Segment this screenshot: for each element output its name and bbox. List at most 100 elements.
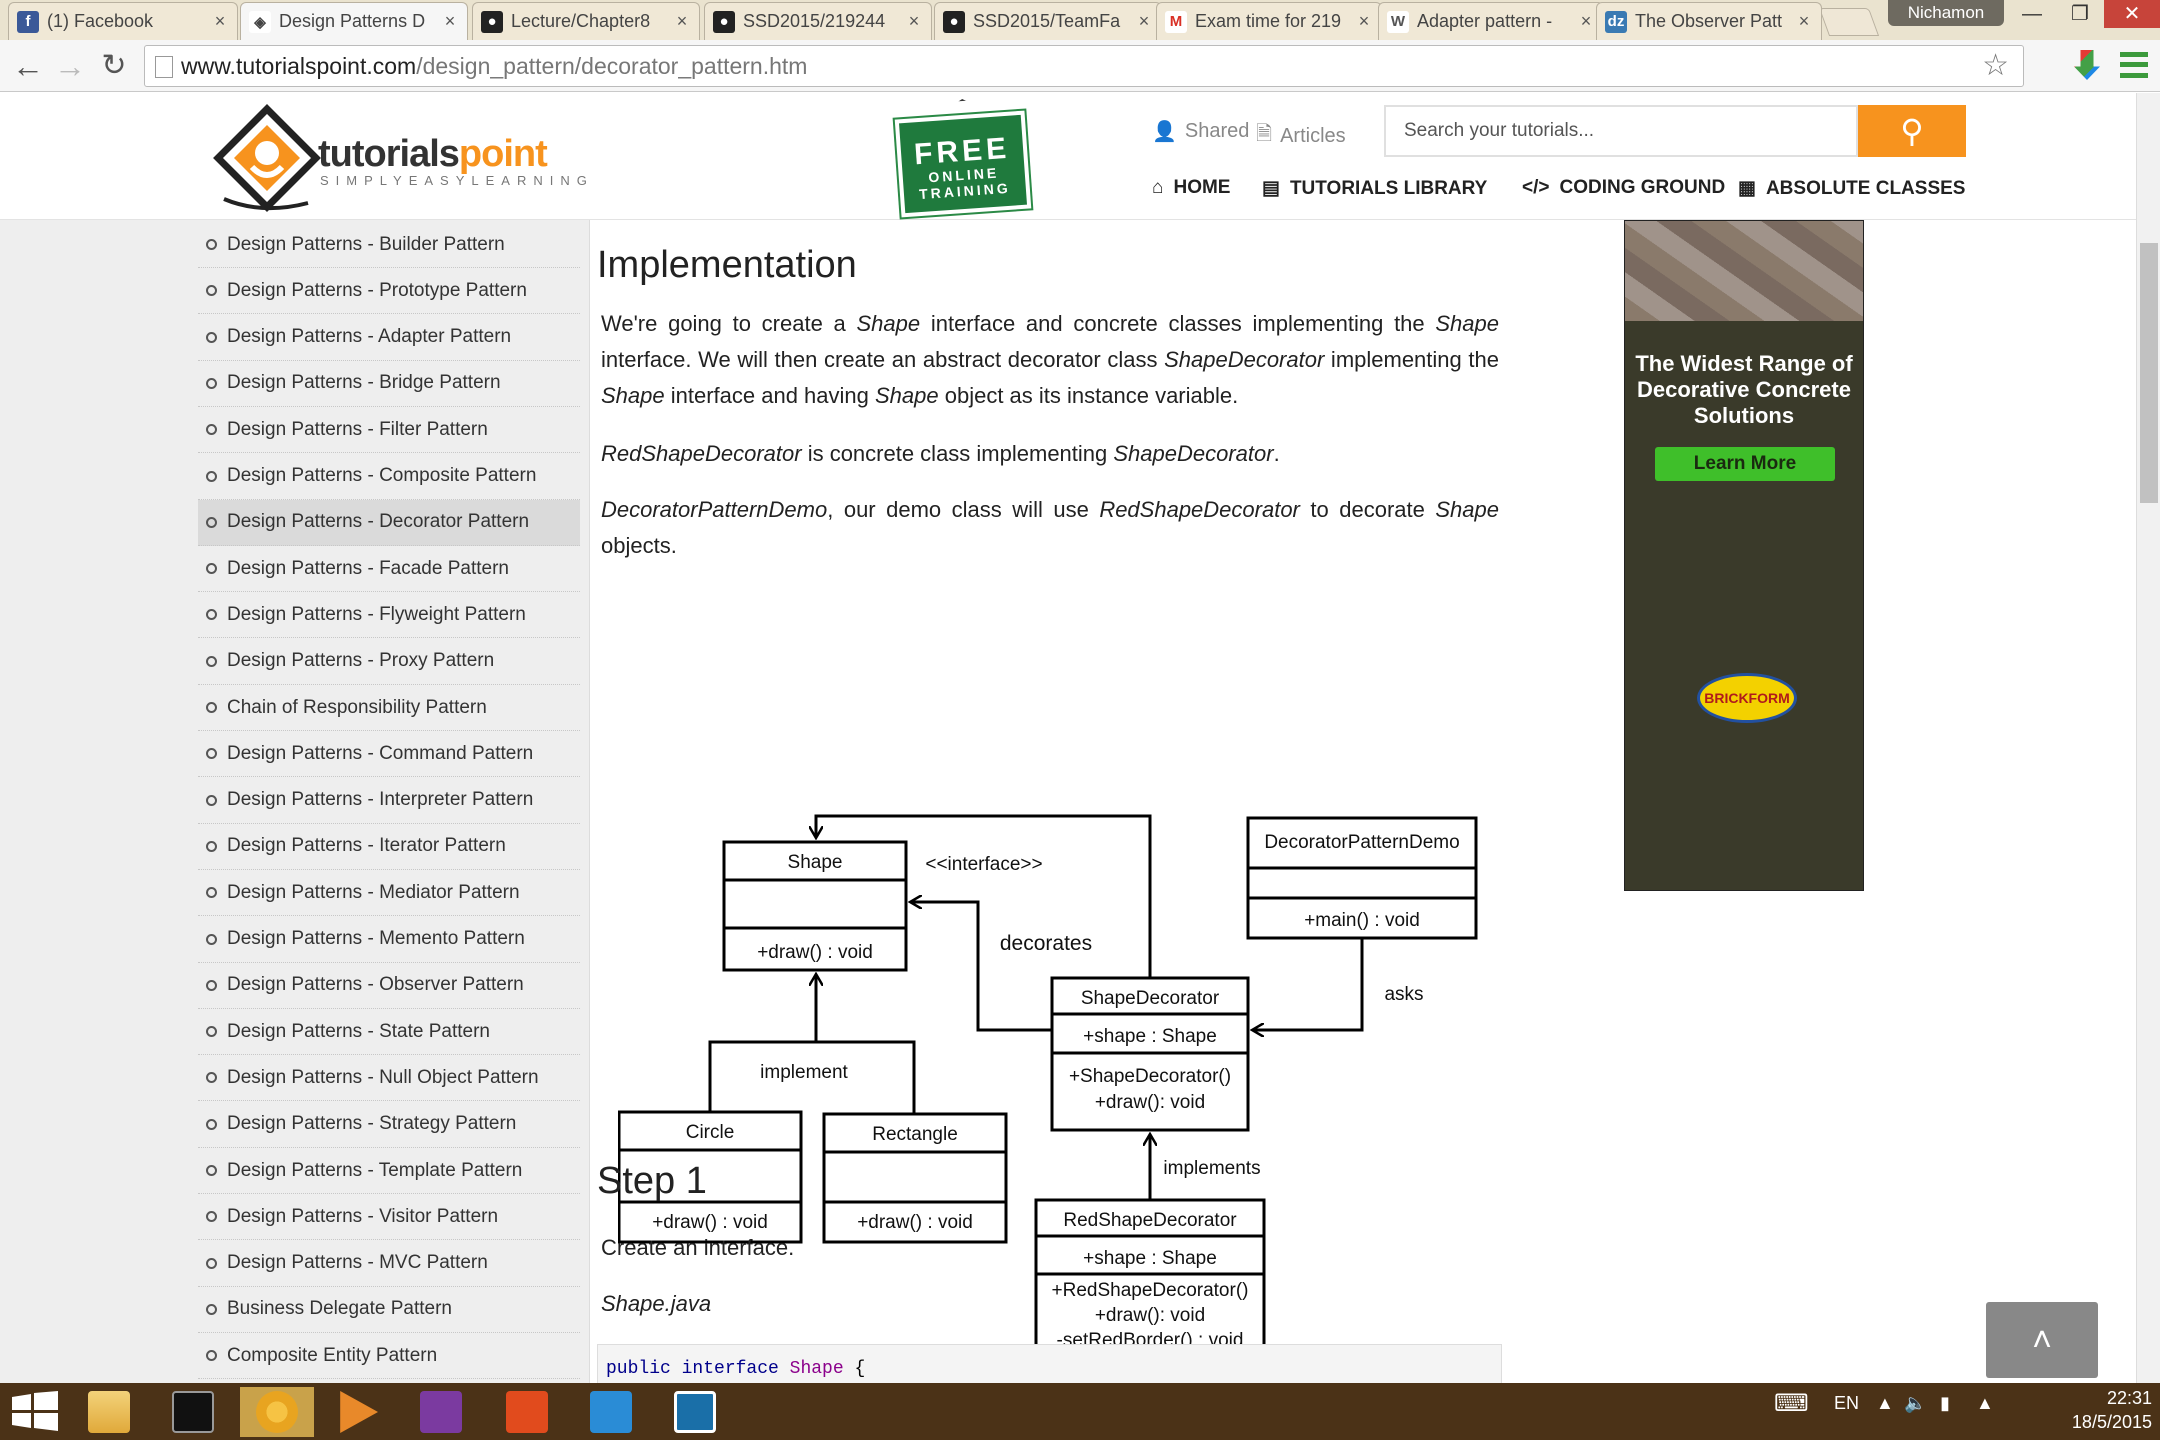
sidebar-item[interactable]: Business Delegate Pattern	[198, 1287, 580, 1333]
sidebar-item[interactable]: Design Patterns - Mediator Pattern	[198, 870, 580, 917]
nav-classes-label: ABSOLUTE CLASSES	[1765, 177, 1966, 199]
sidebar-item[interactable]: Design Patterns - Adapter Pattern	[198, 315, 580, 361]
sidebar-item[interactable]: Composite Entity Pattern	[198, 1333, 580, 1380]
paragraph-text: interface and having	[664, 383, 875, 408]
download-extension-icon[interactable]	[2074, 50, 2100, 80]
browser-tab[interactable]: f (1) Facebook ×	[8, 2, 238, 40]
sidebar-item[interactable]: Design Patterns - Prototype Pattern	[198, 268, 580, 315]
tab-close-icon[interactable]: ×	[1135, 11, 1153, 32]
browser-tab[interactable]: ● SSD2015/219244 ×	[704, 2, 932, 40]
back-to-top-button[interactable]: ˄	[1986, 1302, 2098, 1378]
command-prompt-icon[interactable]	[156, 1387, 230, 1437]
sidebar-item[interactable]: Design Patterns - Strategy Pattern	[198, 1102, 580, 1148]
step-heading: Step 1	[597, 1160, 707, 1202]
photo-viewer-icon[interactable]	[658, 1387, 732, 1437]
sidebar-item[interactable]: Design Patterns - Composite Pattern	[198, 454, 580, 500]
window-close-icon[interactable]: ✕	[2104, 0, 2160, 28]
sidebar-item[interactable]: Design Patterns - Visitor Pattern	[198, 1194, 580, 1241]
class-name-ref: ShapeDecorator	[1164, 347, 1325, 372]
sidebar-item[interactable]: Design Patterns - Template Pattern	[198, 1148, 580, 1194]
tab-close-icon[interactable]: ×	[1355, 11, 1373, 32]
network-icon[interactable]: ▲	[1976, 1393, 1994, 1414]
sidebar-item-label: Business Delegate Pattern	[227, 1298, 452, 1320]
sidebar-item[interactable]: Design Patterns - Iterator Pattern	[198, 824, 580, 870]
back-icon[interactable]: ←	[6, 44, 50, 88]
free-training-badge[interactable]: FREE ONLINE TRAINING	[894, 110, 1032, 218]
sidebar-item[interactable]: Design Patterns - MVC Pattern	[198, 1241, 580, 1287]
browser-tab[interactable]: ● Lecture/Chapter8 ×	[472, 2, 700, 40]
tab-close-icon[interactable]: ×	[211, 11, 229, 32]
search-button[interactable]: ⚲	[1858, 105, 1966, 157]
sidebar-item[interactable]: Design Patterns - Flyweight Pattern	[198, 592, 580, 639]
reload-icon[interactable]: ↻	[92, 44, 136, 88]
tab-close-icon[interactable]: ×	[1795, 11, 1813, 32]
show-hidden-icons[interactable]: ▲	[1876, 1393, 1894, 1414]
volume-icon[interactable]: 🔈	[1904, 1393, 1926, 1414]
browser-tab[interactable]: ◈ Design Patterns D ×	[240, 2, 468, 40]
step-description: Create an interface.	[601, 1235, 795, 1260]
sidebar-item[interactable]: Design Patterns - Decorator Pattern	[198, 499, 580, 546]
onenote-icon[interactable]	[404, 1387, 478, 1437]
browser-tab[interactable]: ● SSD2015/TeamFa ×	[934, 2, 1162, 40]
chevron-up-icon: ˄	[2032, 1321, 2052, 1359]
nav-absolute-classes[interactable]: ▦ ABSOLUTE CLASSES	[1738, 177, 1965, 200]
bookmark-star-icon[interactable]: ☆	[1982, 46, 2009, 86]
sidebar-item[interactable]: Design Patterns - Observer Pattern	[198, 963, 580, 1009]
logo-text: tutorialspoint	[318, 133, 548, 175]
language-indicator[interactable]: EN	[1834, 1393, 1859, 1414]
browser-tab[interactable]: M Exam time for 219 ×	[1156, 2, 1382, 40]
sidebar-item-label: Design Patterns - Decorator Pattern	[227, 511, 530, 533]
battery-icon[interactable]: ▮	[1940, 1393, 1950, 1414]
tab-title: Exam time for 219	[1195, 11, 1342, 31]
sidebar-item[interactable]: Design Patterns - State Pattern	[198, 1009, 580, 1056]
paragraph-text: interface and concrete classes implement…	[920, 311, 1436, 336]
keyboard-icon[interactable]: ⌨	[1774, 1389, 1809, 1418]
sidebar-item[interactable]: Design Patterns - Command Pattern	[198, 731, 580, 778]
uml-label-implements: implements	[1163, 1158, 1260, 1179]
nav-tutorials-library[interactable]: ▤ TUTORIALS LIBRARY	[1262, 177, 1487, 200]
articles-link[interactable]: 🗎 Articles	[1256, 119, 1346, 153]
tab-close-icon[interactable]: ×	[1577, 11, 1595, 32]
tab-close-icon[interactable]: ×	[441, 11, 459, 32]
sidebar-item[interactable]: Design Patterns - Builder Pattern	[198, 222, 580, 268]
search-input[interactable]: Search your tutorials...	[1384, 105, 1858, 157]
browser-tab[interactable]: W Adapter pattern - ×	[1378, 2, 1604, 40]
scrollbar-thumb[interactable]	[2140, 243, 2158, 503]
media-player-icon[interactable]	[320, 1387, 394, 1437]
sidebar-item[interactable]: Chain of Responsibility Pattern	[198, 685, 580, 731]
sidebar-item[interactable]: Design Patterns - Proxy Pattern	[198, 639, 580, 685]
visual-studio-icon[interactable]	[574, 1387, 648, 1437]
chrome-icon[interactable]	[240, 1387, 314, 1437]
sidebar-item[interactable]: Design Patterns - Filter Pattern	[198, 407, 580, 454]
minimize-icon[interactable]: —	[2008, 0, 2056, 28]
new-tab-button[interactable]	[1818, 8, 1880, 36]
nav-home[interactable]: ⌂ HOME	[1152, 177, 1230, 199]
restore-icon[interactable]: ❐	[2056, 0, 2104, 28]
windows-start-icon[interactable]	[12, 1391, 58, 1431]
browser-tab[interactable]: dz The Observer Patt ×	[1596, 2, 1822, 40]
sidebar-item[interactable]: Design Patterns - Null Object Pattern	[198, 1055, 580, 1102]
github-icon: ●	[481, 10, 503, 33]
tab-close-icon[interactable]: ×	[673, 11, 691, 32]
file-explorer-icon[interactable]	[72, 1387, 146, 1437]
uml-rectangle-name: Rectangle	[872, 1124, 958, 1145]
paragraph-text: , our demo class will use	[827, 497, 1100, 522]
tab-close-icon[interactable]: ×	[905, 11, 923, 32]
tab-title: Lecture/Chapter8	[511, 11, 651, 31]
ad-learn-more-button[interactable]: Learn More	[1655, 447, 1835, 481]
office-icon[interactable]	[490, 1387, 564, 1437]
sidebar-item[interactable]: Design Patterns - Bridge Pattern	[198, 361, 580, 407]
sidebar-item-label: Design Patterns - Flyweight Pattern	[227, 603, 526, 625]
shared-link[interactable]: 👤 Shared	[1152, 119, 1249, 144]
page-scrollbar[interactable]	[2136, 93, 2160, 1383]
forward-icon[interactable]: →	[48, 44, 92, 88]
address-bar[interactable]: www.tutorialspoint.com/design_pattern/de…	[144, 45, 2024, 87]
system-clock[interactable]: 22:31 18/5/2015	[2052, 1386, 2152, 1434]
profile-button[interactable]: Nichamon	[1888, 0, 2004, 26]
advertisement[interactable]: The Widest Range of Decorative Concrete …	[1624, 220, 1864, 891]
sidebar-item[interactable]: Design Patterns - Interpreter Pattern	[198, 778, 580, 824]
menu-icon[interactable]	[2120, 52, 2148, 78]
sidebar-item[interactable]: Design Patterns - Memento Pattern	[198, 917, 580, 963]
sidebar-item[interactable]: Design Patterns - Facade Pattern	[198, 546, 580, 593]
nav-coding-ground[interactable]: </> CODING GROUND	[1522, 177, 1725, 199]
